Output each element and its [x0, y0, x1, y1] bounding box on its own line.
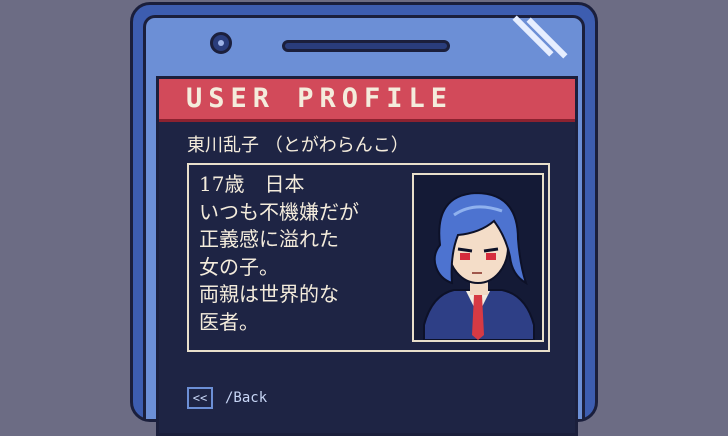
profile-bio: 17歳 日本 いつも不機嫌だが 正義感に溢れた 女の子。 両親は世界的な 医者。	[199, 171, 409, 336]
bio-line: いつも不機嫌だが	[199, 199, 359, 224]
page-title: USER PROFILE	[186, 83, 454, 114]
profile-header: USER PROFILE	[159, 79, 575, 122]
bio-line: 両親は世界的な	[199, 282, 339, 306]
profile-screen: USER PROFILE 東川乱子 （とがわらんこ） 17歳 日本 いつも不機嫌…	[156, 76, 578, 436]
camera-icon	[210, 32, 232, 54]
back-icon[interactable]: <<	[187, 387, 213, 409]
back-label[interactable]: /Back	[225, 389, 267, 407]
portrait-image	[414, 175, 542, 340]
speaker-grille	[282, 40, 450, 52]
bio-line: 17歳 日本	[199, 172, 305, 196]
character-portrait	[412, 173, 544, 342]
bio-line: 医者。	[199, 309, 259, 334]
profile-card: 17歳 日本 いつも不機嫌だが 正義感に溢れた 女の子。 両親は世界的な 医者。	[187, 163, 550, 352]
profile-name: 東川乱子 （とがわらんこ）	[187, 135, 409, 156]
bio-line: 正義感に溢れた	[199, 227, 339, 251]
phone-face: USER PROFILE 東川乱子 （とがわらんこ） 17歳 日本 いつも不機嫌…	[143, 15, 585, 436]
phone-device: USER PROFILE 東川乱子 （とがわらんこ） 17歳 日本 いつも不機嫌…	[130, 2, 598, 436]
bio-line: 女の子。	[199, 254, 279, 279]
